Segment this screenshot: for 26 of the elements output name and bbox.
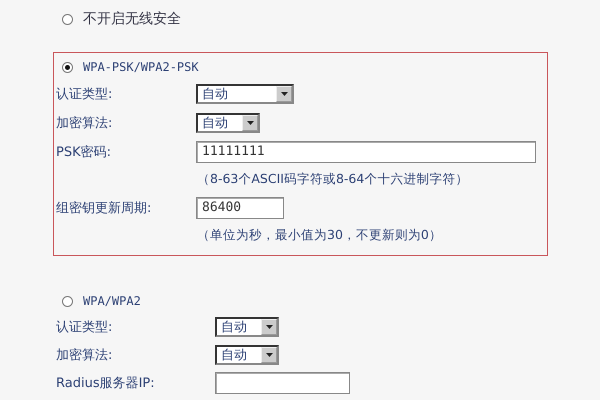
field-label: 加密算法: [56,347,114,364]
field-label: 认证类型: [56,319,114,336]
field-label: PSK密码: [56,144,112,160]
option-label: WPA-PSK/WPA2-PSK [83,60,199,74]
input-field[interactable]: 11111111 [196,140,536,162]
hint-text: （8-63个ASCII码字符或8-64个十六进制字符） [197,171,468,188]
dropdown[interactable]: 自动 [196,84,294,104]
field-label: Radius服务器IP: [56,375,156,392]
caret-icon [246,120,254,124]
input-field[interactable] [215,372,350,394]
field-label: 认证类型: [56,86,114,102]
hint-text: （单位为秒，最小值为30，不更新则为0） [197,227,442,244]
input-field[interactable]: 86400 [196,196,284,218]
dropdown[interactable]: 自动 [196,112,260,132]
caret-icon [266,353,272,357]
option-label: 不开启无线安全 [83,10,181,28]
caret-icon [280,92,288,96]
dropdown[interactable]: 自动 [215,345,279,365]
radio-button[interactable] [62,14,73,24]
caret-icon [266,325,272,329]
field-label: 加密算法: [56,114,114,132]
dropdown[interactable]: 自动 [215,317,279,337]
radio-button[interactable] [62,62,73,72]
option-label: WPA/WPA2 [83,294,141,308]
radio-button[interactable] [62,296,73,306]
field-label: 组密钥更新周期: [56,200,152,216]
